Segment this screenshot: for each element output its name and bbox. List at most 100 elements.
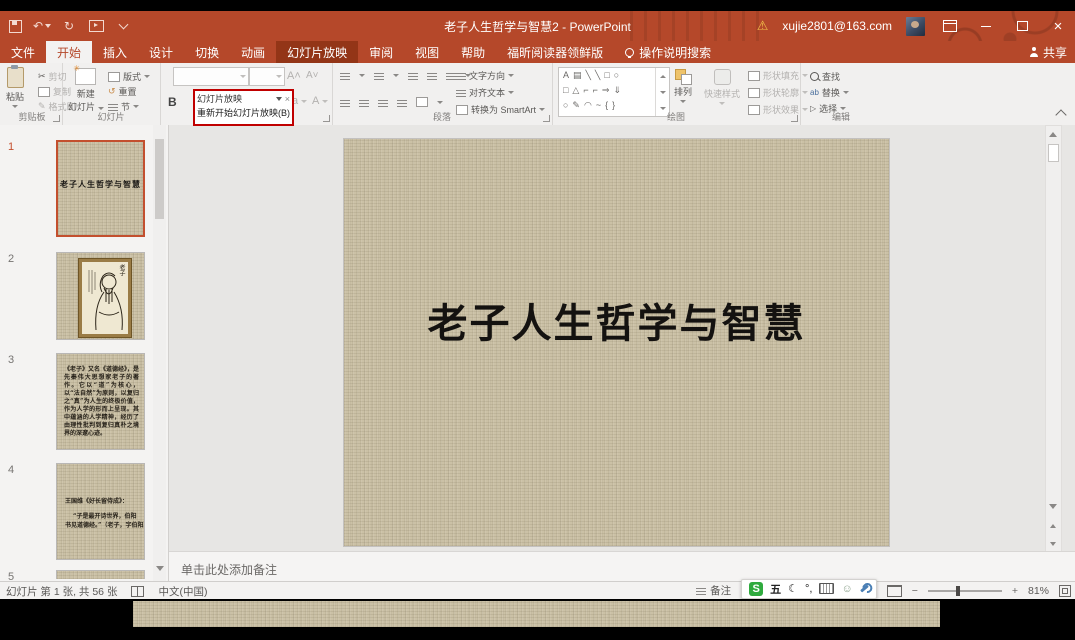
ime-tools-icon[interactable]	[860, 584, 869, 592]
ime-fullhalf-icon[interactable]: ☾	[788, 582, 798, 595]
restore-button[interactable]	[1011, 15, 1033, 37]
fit-to-window-icon[interactable]	[1059, 585, 1071, 597]
slide-canvas[interactable]: 老子人生哲学与智慧	[343, 138, 890, 547]
zoom-slider-handle[interactable]	[956, 586, 960, 596]
paragraph-dialog-launcher[interactable]	[543, 115, 550, 122]
tab-design[interactable]: 设计	[138, 41, 184, 63]
align-text-button[interactable]: 对齐文本	[456, 86, 514, 99]
justify-icon[interactable]	[397, 98, 407, 107]
tab-review[interactable]: 审阅	[358, 41, 404, 63]
increase-indent-icon[interactable]	[427, 71, 437, 80]
scroll-down-icon[interactable]	[1049, 504, 1057, 509]
arrange-button[interactable]: 排列	[674, 69, 692, 103]
drawing-dialog-launcher[interactable]	[791, 115, 798, 122]
ime-toolbar[interactable]: S 五 ☾ °, ☺	[741, 579, 877, 599]
zoom-in-icon[interactable]: +	[1012, 585, 1018, 597]
layout-button[interactable]: 版式	[108, 70, 150, 83]
sogou-logo-icon[interactable]: S	[749, 582, 763, 596]
new-slide-icon	[75, 68, 96, 85]
thumbnail-panel-scrollbar[interactable]	[153, 125, 166, 581]
ime-keyboard-icon[interactable]	[819, 583, 834, 594]
align-right-icon[interactable]	[378, 98, 388, 107]
close-button[interactable]: ×	[1047, 15, 1069, 37]
shapes-scroll-down-icon[interactable]	[660, 91, 666, 94]
slide-thumbnail-2[interactable]: 老子	[56, 252, 145, 340]
slide-thumbnail-5[interactable]	[56, 570, 145, 579]
tab-help[interactable]: 帮助	[450, 41, 496, 63]
share-button[interactable]: 共享	[1030, 41, 1067, 63]
line-spacing-icon[interactable]	[446, 71, 456, 80]
minimize-button[interactable]	[975, 15, 997, 37]
tab-transitions[interactable]: 切换	[184, 41, 230, 63]
font-size-combo[interactable]	[249, 67, 285, 86]
tab-view[interactable]: 视图	[404, 41, 450, 63]
account-email[interactable]: xujie2801@163.com	[782, 19, 892, 33]
bullets-icon[interactable]	[340, 71, 350, 80]
reset-button[interactable]: ↺重置	[108, 85, 137, 98]
thumbnail-scrollbar-thumb[interactable]	[155, 139, 164, 219]
editor-scrollbar[interactable]	[1045, 125, 1062, 567]
notes-toggle-button[interactable]: 备注	[696, 583, 731, 598]
tab-file[interactable]: 文件	[0, 41, 46, 63]
overlay-close-icon[interactable]: ×	[285, 94, 290, 104]
character-case-icon[interactable]: a	[292, 95, 307, 107]
notes-icon	[696, 586, 706, 595]
previous-slide-icon[interactable]	[1050, 524, 1056, 528]
alert-icon[interactable]: ⚠	[757, 18, 769, 34]
tab-foxit[interactable]: 福昕阅读器领鲜版	[496, 41, 614, 63]
slide-thumbnail-4[interactable]: 王国维《好长留侍成》： “子是最开诗世界，伯阳 书见道德经。”（老子，字伯阳）	[56, 463, 145, 560]
shape-fill-button[interactable]: 形状填充	[748, 69, 808, 82]
zoom-out-icon[interactable]: −	[912, 585, 918, 597]
shape-outline-button[interactable]: 形状轮廓	[748, 86, 808, 99]
collapse-ribbon-icon[interactable]	[1055, 109, 1066, 120]
bold-button[interactable]: B	[168, 95, 177, 109]
new-slide-button[interactable]: 新建幻灯片	[68, 68, 104, 113]
ime-mode-icon[interactable]: 五	[770, 581, 781, 597]
align-center-icon[interactable]	[359, 98, 369, 107]
layout-icon	[108, 72, 120, 82]
shapes-scroll-up-icon[interactable]	[660, 75, 666, 78]
decrease-indent-icon[interactable]	[408, 71, 418, 80]
find-button[interactable]: 查找	[810, 70, 840, 83]
columns-icon[interactable]	[416, 97, 428, 107]
shrink-font-icon[interactable]: A˅	[306, 70, 319, 81]
notes-pane[interactable]: 单击此处添加备注	[169, 551, 1075, 582]
language-indicator[interactable]: 中文(中国)	[158, 584, 207, 599]
numbering-icon[interactable]	[374, 71, 384, 80]
quick-styles-button[interactable]: 快速样式	[704, 69, 740, 105]
tab-insert[interactable]: 插入	[92, 41, 138, 63]
paste-button[interactable]: 粘贴	[6, 67, 24, 108]
tab-home[interactable]: 开始	[46, 41, 92, 63]
slide-number-4: 4	[8, 464, 14, 476]
align-left-icon[interactable]	[340, 98, 350, 107]
spellcheck-icon[interactable]	[131, 586, 144, 597]
editor-scrollbar-thumb[interactable]	[1048, 144, 1059, 162]
next-slide-icon[interactable]	[1050, 542, 1056, 546]
zoom-percentage[interactable]: 81%	[1028, 585, 1049, 597]
tell-me-search[interactable]: 操作说明搜索	[614, 41, 722, 63]
font-dialog-launcher[interactable]	[323, 115, 330, 122]
grow-font-icon[interactable]: A˄	[287, 70, 301, 82]
replace-button[interactable]: ab替换	[810, 86, 849, 99]
slide-title-text[interactable]: 老子人生哲学与智慧	[344, 291, 889, 349]
zoom-slider[interactable]	[928, 590, 1002, 592]
font-name-combo[interactable]	[173, 67, 249, 86]
thumbnail-scroll-down-icon[interactable]	[156, 566, 164, 571]
slide-thumbnail-1[interactable]: 老子人生哲学与智慧	[56, 140, 145, 237]
tab-animations[interactable]: 动画	[230, 41, 276, 63]
ime-person-icon[interactable]: ☺	[841, 583, 852, 595]
font-color-icon[interactable]: A	[312, 95, 328, 107]
slide-thumbnail-3[interactable]: 《老子》又名《道德经》，是先秦伟大思想家老子的著作。它以“道”为核心，以“法自然…	[56, 353, 145, 450]
text-direction-button[interactable]: 文字方向	[456, 69, 514, 82]
clipboard-dialog-launcher[interactable]	[53, 115, 60, 122]
overlay-dropdown-icon[interactable]	[276, 97, 282, 101]
ime-punctuation-icon[interactable]: °,	[805, 583, 812, 595]
avatar[interactable]	[906, 17, 925, 36]
shapes-gallery-scroll[interactable]	[655, 68, 669, 116]
ribbon-display-options-icon[interactable]	[939, 15, 961, 37]
slideshow-view-icon[interactable]	[887, 585, 902, 597]
tab-slideshow[interactable]: 幻灯片放映	[276, 41, 358, 63]
notes-placeholder[interactable]: 单击此处添加备注	[181, 561, 277, 578]
titlebar-right: ⚠ xujie2801@163.com ×	[757, 11, 1069, 41]
scroll-up-icon[interactable]	[1049, 132, 1057, 137]
